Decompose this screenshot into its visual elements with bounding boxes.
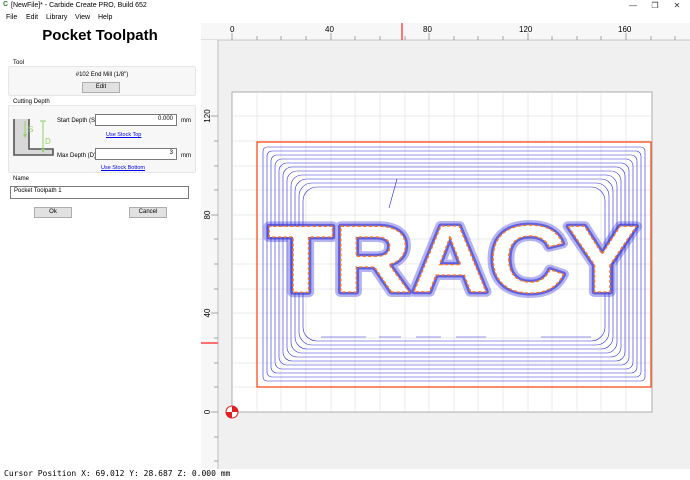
tool-name: #102 End Mill (1/8")	[75, 72, 129, 78]
diagram-s-label: S	[28, 125, 33, 134]
toolpath-name-input[interactable]: Pocket Toolpath 1	[10, 186, 189, 199]
title-bar: C [NewFile]* - Carbide Create PRO, Build…	[0, 0, 690, 11]
start-depth-unit: mm	[181, 118, 191, 124]
start-depth-label: Start Depth (S)	[57, 118, 98, 124]
y-tick-120: 120	[203, 109, 212, 123]
origin-marker-icon	[225, 405, 239, 419]
max-depth-input[interactable]: 3	[95, 148, 177, 160]
design-canvas[interactable]: 0 40 80 120 160 120 80 40 0 TRACY TRACY …	[201, 23, 690, 469]
x-tick-120: 120	[519, 25, 533, 34]
menu-edit[interactable]: Edit	[26, 14, 38, 21]
close-button[interactable]: ✕	[666, 0, 688, 11]
menu-library[interactable]: Library	[46, 14, 67, 21]
x-tick-0: 0	[230, 25, 235, 34]
max-depth-unit: mm	[181, 153, 191, 159]
toolpath-panel: Pocket Toolpath Tool #102 End Mill (1/8"…	[0, 23, 200, 469]
x-tick-160: 160	[618, 25, 632, 34]
x-tick-80: 80	[423, 25, 432, 34]
use-stock-bottom-link[interactable]: Use Stock Bottom	[101, 165, 145, 171]
start-depth-input[interactable]: 0.000	[95, 114, 177, 126]
y-tick-0: 0	[203, 409, 212, 414]
carbide-app-icon: C	[3, 1, 9, 8]
x-tick-40: 40	[325, 25, 334, 34]
menu-file[interactable]: File	[6, 14, 17, 21]
left-ruler	[201, 40, 218, 469]
y-tick-40: 40	[203, 308, 212, 317]
window-title: [NewFile]* - Carbide Create PRO, Build 6…	[11, 2, 147, 9]
menu-view[interactable]: View	[75, 14, 90, 21]
status-bar: Cursor Position X: 69.012 Y: 28.687 Z: 0…	[0, 469, 690, 480]
tool-group: #102 End Mill (1/8") Edit	[8, 66, 196, 96]
design-text-tracy: TRACY	[268, 206, 638, 313]
name-group-label: Name	[13, 176, 30, 182]
max-depth-label: Max Depth (D)	[57, 153, 97, 159]
menu-bar: File Edit Library View Help	[0, 12, 690, 23]
cursor-position-readout: Cursor Position X: 69.012 Y: 28.687 Z: 0…	[4, 469, 231, 478]
edit-tool-button[interactable]: Edit	[82, 82, 120, 93]
design-text-group: TRACY TRACY TRACY	[263, 201, 643, 318]
menu-help[interactable]: Help	[98, 14, 112, 21]
diagram-d-label: D	[45, 137, 51, 146]
panel-title: Pocket Toolpath	[42, 27, 158, 44]
ok-button[interactable]: Ok	[34, 207, 72, 218]
y-tick-80: 80	[203, 210, 212, 219]
cancel-button[interactable]: Cancel	[129, 207, 167, 218]
use-stock-top-link[interactable]: Use Stock Top	[106, 132, 141, 138]
top-ruler	[201, 23, 690, 40]
depth-diagram-icon: S D	[13, 119, 54, 156]
maximize-button[interactable]: ❐	[644, 0, 666, 11]
cutting-depth-group: S D Start Depth (S) 0.000 mm Use Stock T…	[8, 105, 196, 173]
minimize-button[interactable]: —	[622, 0, 644, 11]
